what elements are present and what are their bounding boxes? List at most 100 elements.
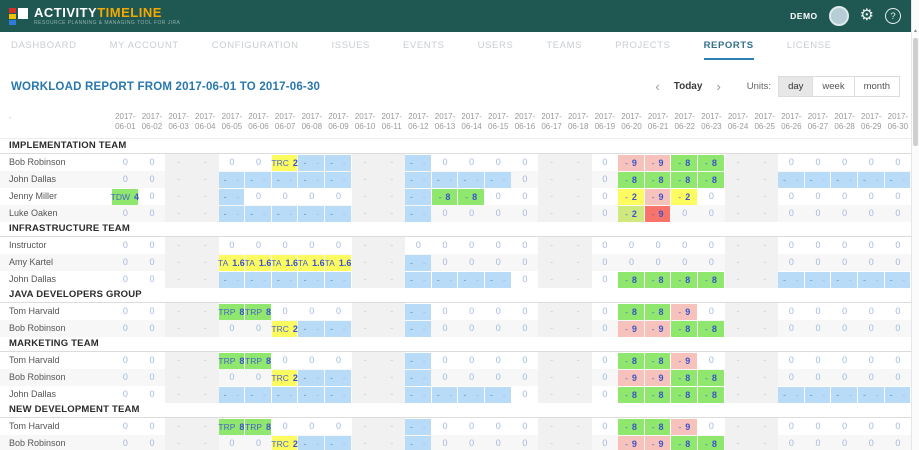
- workload-cell[interactable]: -: [751, 303, 778, 320]
- workload-cell[interactable]: 0: [272, 418, 299, 435]
- workload-cell[interactable]: 0: [592, 418, 619, 435]
- nav-item-dashboard[interactable]: DASHBOARD: [11, 40, 77, 60]
- workload-cell[interactable]: TA1.6: [298, 254, 325, 271]
- workload-cell[interactable]: -9: [618, 154, 645, 171]
- workload-cell[interactable]: -: [565, 237, 592, 254]
- unit-button-day[interactable]: day: [778, 76, 813, 97]
- avatar[interactable]: [829, 6, 849, 26]
- workload-cell[interactable]: 0: [112, 271, 139, 288]
- workload-cell[interactable]: -: [352, 320, 379, 337]
- workload-cell[interactable]: -: [352, 435, 379, 450]
- workload-cell[interactable]: --: [858, 386, 885, 403]
- workload-cell[interactable]: 0: [325, 303, 352, 320]
- workload-cell[interactable]: 0: [778, 188, 805, 205]
- workload-cell[interactable]: -: [165, 386, 192, 403]
- workload-cell[interactable]: 0: [858, 303, 885, 320]
- workload-cell[interactable]: 0: [458, 205, 485, 222]
- workload-cell[interactable]: -: [192, 352, 219, 369]
- workload-cell[interactable]: 0: [458, 435, 485, 450]
- workload-cell[interactable]: --: [272, 171, 299, 188]
- workload-cell[interactable]: 0: [831, 205, 858, 222]
- workload-cell[interactable]: -: [165, 154, 192, 171]
- workload-cell[interactable]: -: [378, 303, 405, 320]
- workload-cell[interactable]: -: [352, 205, 379, 222]
- workload-cell[interactable]: 0: [432, 352, 459, 369]
- workload-cell[interactable]: 0: [698, 188, 725, 205]
- workload-cell[interactable]: 0: [885, 205, 912, 222]
- user-name-label[interactable]: DEMO: [790, 11, 818, 21]
- workload-cell[interactable]: 0: [432, 320, 459, 337]
- member-name[interactable]: John Dallas: [9, 174, 56, 184]
- workload-cell[interactable]: -: [192, 435, 219, 450]
- workload-cell[interactable]: -: [565, 254, 592, 271]
- workload-cell[interactable]: 0: [592, 435, 619, 450]
- workload-cell[interactable]: 0: [778, 254, 805, 271]
- workload-cell[interactable]: -: [725, 271, 752, 288]
- workload-cell[interactable]: -: [751, 352, 778, 369]
- workload-cell[interactable]: 0: [458, 320, 485, 337]
- workload-cell[interactable]: -9: [671, 303, 698, 320]
- workload-cell[interactable]: -8: [698, 154, 725, 171]
- workload-cell[interactable]: --: [325, 271, 352, 288]
- workload-cell[interactable]: 0: [139, 320, 166, 337]
- workload-cell[interactable]: --: [325, 171, 352, 188]
- workload-cell[interactable]: --: [245, 271, 272, 288]
- workload-cell[interactable]: 0: [298, 352, 325, 369]
- workload-cell[interactable]: -8: [671, 320, 698, 337]
- workload-cell[interactable]: 0: [512, 386, 539, 403]
- member-name[interactable]: Bob Robinson: [9, 438, 66, 448]
- workload-cell[interactable]: --: [458, 386, 485, 403]
- workload-cell[interactable]: 0: [512, 237, 539, 254]
- workload-cell[interactable]: 0: [592, 369, 619, 386]
- workload-cell[interactable]: 0: [432, 237, 459, 254]
- workload-cell[interactable]: -: [725, 254, 752, 271]
- workload-cell[interactable]: --: [405, 435, 432, 450]
- workload-cell[interactable]: 0: [112, 320, 139, 337]
- workload-cell[interactable]: -9: [671, 352, 698, 369]
- workload-cell[interactable]: --: [432, 171, 459, 188]
- workload-cell[interactable]: -: [725, 352, 752, 369]
- workload-cell[interactable]: 0: [592, 386, 619, 403]
- workload-cell[interactable]: 0: [219, 369, 246, 386]
- workload-cell[interactable]: --: [219, 188, 246, 205]
- workload-cell[interactable]: TA1.6: [325, 254, 352, 271]
- workload-cell[interactable]: -: [192, 369, 219, 386]
- workload-cell[interactable]: -: [352, 418, 379, 435]
- workload-cell[interactable]: 0: [778, 435, 805, 450]
- workload-cell[interactable]: 0: [219, 237, 246, 254]
- workload-cell[interactable]: 0: [592, 188, 619, 205]
- workload-cell[interactable]: -: [352, 386, 379, 403]
- nav-item-teams[interactable]: TEAMS: [546, 40, 582, 60]
- workload-cell[interactable]: -: [751, 271, 778, 288]
- workload-cell[interactable]: 0: [298, 237, 325, 254]
- workload-cell[interactable]: --: [325, 205, 352, 222]
- workload-cell[interactable]: -: [165, 303, 192, 320]
- workload-cell[interactable]: -: [192, 237, 219, 254]
- workload-cell[interactable]: 0: [139, 205, 166, 222]
- workload-cell[interactable]: 0: [698, 303, 725, 320]
- workload-cell[interactable]: --: [432, 271, 459, 288]
- workload-cell[interactable]: 0: [831, 154, 858, 171]
- nav-item-reports[interactable]: REPORTS: [704, 40, 754, 60]
- workload-cell[interactable]: --: [805, 171, 832, 188]
- workload-cell[interactable]: 0: [219, 435, 246, 450]
- workload-cell[interactable]: TRC2: [272, 435, 299, 450]
- workload-cell[interactable]: --: [405, 171, 432, 188]
- workload-cell[interactable]: TRP8: [245, 352, 272, 369]
- workload-cell[interactable]: 0: [778, 303, 805, 320]
- workload-cell[interactable]: -: [192, 418, 219, 435]
- workload-cell[interactable]: -: [352, 171, 379, 188]
- workload-cell[interactable]: -: [352, 369, 379, 386]
- vertical-scrollbar[interactable]: ▲: [911, 0, 919, 450]
- workload-cell[interactable]: 0: [512, 435, 539, 450]
- workload-cell[interactable]: --: [245, 386, 272, 403]
- workload-cell[interactable]: 0: [139, 386, 166, 403]
- workload-cell[interactable]: -: [538, 386, 565, 403]
- workload-cell[interactable]: 0: [831, 237, 858, 254]
- workload-cell[interactable]: -8: [698, 271, 725, 288]
- workload-cell[interactable]: 0: [858, 188, 885, 205]
- workload-cell[interactable]: TRP8: [219, 303, 246, 320]
- workload-cell[interactable]: -: [725, 188, 752, 205]
- workload-cell[interactable]: 0: [592, 171, 619, 188]
- workload-cell[interactable]: 0: [272, 303, 299, 320]
